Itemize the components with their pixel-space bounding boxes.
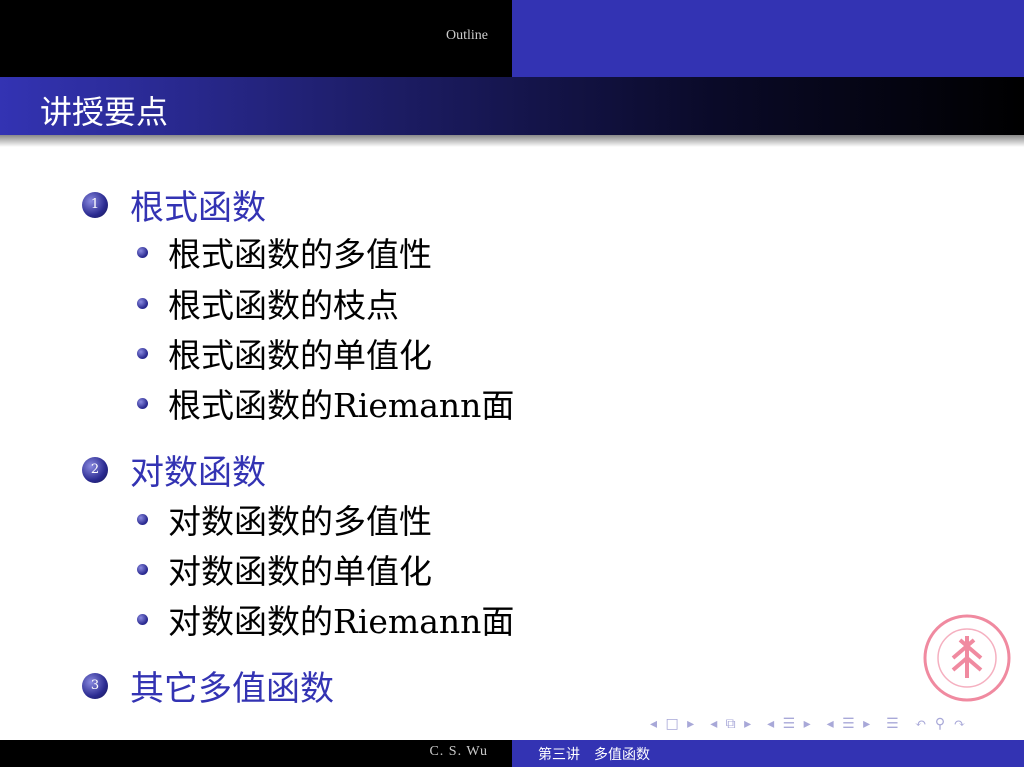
footer-title: 第三讲 多值函数 <box>538 747 650 763</box>
footer-author: C. S. Wu <box>429 744 488 759</box>
header-right <box>512 0 1024 77</box>
nav-search-icon[interactable]: ↶ ⚲ ↷ <box>915 716 968 732</box>
list-item: 根式函数的多值性 <box>137 228 432 276</box>
nav-section-icon[interactable]: ◂ ☰ ▸ <box>767 716 813 732</box>
item-label: 根式函数的Riemann面 <box>168 386 515 425</box>
nav-toc-icon[interactable]: ☰ <box>886 716 901 732</box>
bullet-icon <box>137 397 148 409</box>
list-item: 对数函数的多值性 <box>137 495 432 543</box>
bullet-icon <box>137 297 148 309</box>
nav-subsection-icon[interactable]: ◂ ⧉ ▸ <box>710 716 753 732</box>
nav-presentation-icon[interactable]: ◂ ☰ ▸ <box>827 716 873 732</box>
section-number: 3 <box>82 672 108 699</box>
university-logo <box>923 614 1011 702</box>
bullet-icon <box>137 613 148 625</box>
item-label: 对数函数的多值性 <box>168 502 432 541</box>
item-label: 根式函数的单值化 <box>168 336 432 375</box>
title-shadow <box>0 135 1024 147</box>
footer-left: C. S. Wu <box>0 740 512 767</box>
list-item: 对数函数的单值化 <box>137 545 432 593</box>
section-label: 其它多值函数 <box>130 669 334 709</box>
bullet-icon <box>137 563 148 575</box>
bullet-icon <box>137 347 148 359</box>
frame-title-bar: 讲授要点 <box>0 77 1024 135</box>
list-item: 根式函数的枝点 <box>137 279 399 327</box>
bullet-icon <box>137 513 148 525</box>
header-section-link[interactable]: Outline <box>446 28 488 44</box>
section-number: 1 <box>82 191 108 218</box>
list-item: 对数函数的Riemann面 <box>137 595 514 643</box>
section-number: 2 <box>82 456 108 483</box>
section-label: 对数函数 <box>130 453 266 493</box>
list-item: 根式函数的单值化 <box>137 329 432 377</box>
item-label: 根式函数的多值性 <box>168 235 432 274</box>
item-label: 对数函数的单值化 <box>168 552 432 591</box>
section-2[interactable]: 2 对数函数 <box>82 445 266 494</box>
header-left: Outline <box>0 0 512 77</box>
list-item: 根式函数的Riemann面 <box>137 379 514 427</box>
bullet-icon <box>137 246 148 258</box>
nav-frame-icon[interactable]: ◂ □ ▸ <box>650 716 696 732</box>
frame-title: 讲授要点 <box>40 93 169 131</box>
section-label: 根式函数 <box>130 188 266 228</box>
section-3[interactable]: 3 其它多值函数 <box>82 661 334 710</box>
item-label: 对数函数的Riemann面 <box>168 602 515 641</box>
item-label: 根式函数的枝点 <box>168 286 399 325</box>
section-1[interactable]: 1 根式函数 <box>82 180 266 229</box>
footer-right: 第三讲 多值函数 <box>512 740 1024 767</box>
beamer-navigation: ◂ □ ▸ ◂ ⧉ ▸ ◂ ☰ ▸ ◂ ☰ ▸ ☰ ↶ ⚲ ↷ <box>650 716 967 732</box>
